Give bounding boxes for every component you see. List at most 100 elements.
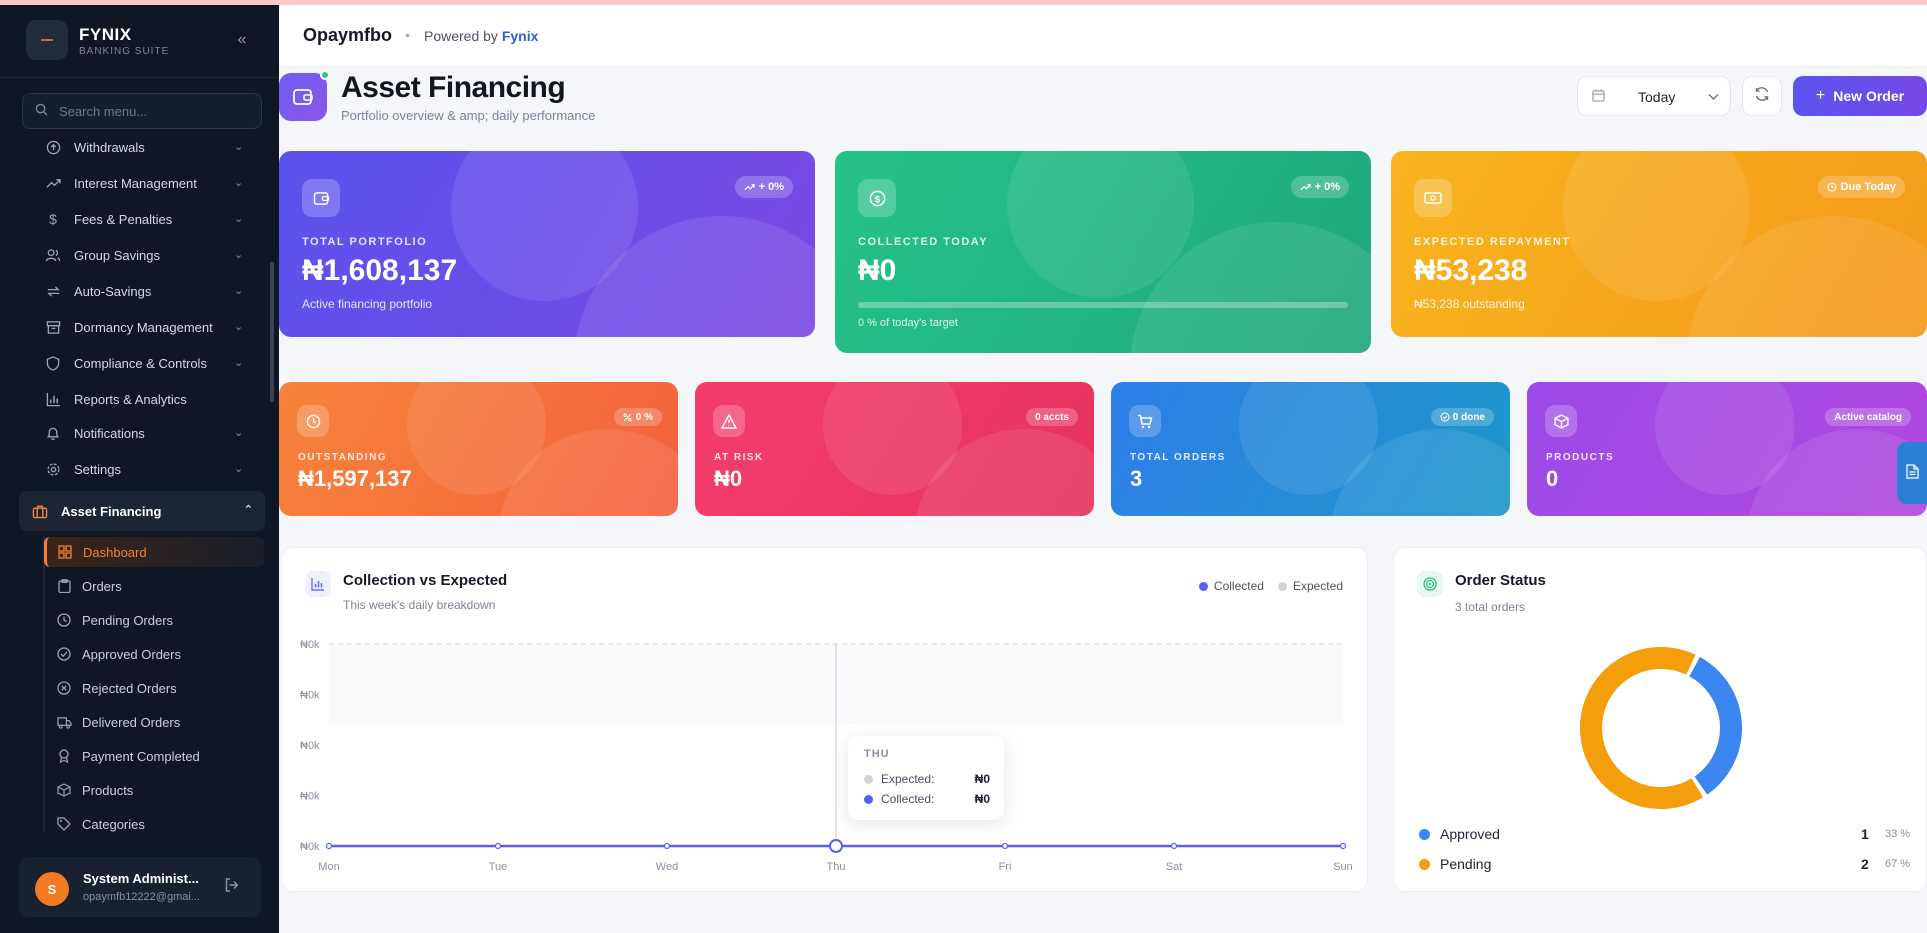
sidebar-item-auto-savings[interactable]: Auto-Savings ⌄ [44, 276, 256, 306]
card-label: EXPECTED REPAYMENT [1414, 236, 1571, 248]
card-value: ₦53,238 [1414, 254, 1528, 287]
card-badge: 0 accts [1026, 408, 1078, 426]
card-label: AT RISK [714, 452, 764, 463]
card-label: PRODUCTS [1546, 452, 1615, 463]
wallet-icon [302, 179, 340, 217]
submenu-item-categories[interactable]: Categories [44, 809, 264, 839]
chevron-down-icon: ⌄ [234, 463, 244, 475]
page-subtitle: Portfolio overview & amp; daily performa… [341, 108, 596, 123]
submenu-item-label: Payment Completed [82, 748, 200, 764]
powered-by-brand-link[interactable]: Fynix [502, 28, 539, 44]
submenu-item-rejected-orders[interactable]: Rejected Orders [44, 673, 264, 703]
sidebar-item-label: Settings [74, 461, 121, 477]
refresh-icon [1754, 86, 1770, 107]
clipboard-icon [56, 579, 72, 593]
chevron-down-icon: ⌄ [234, 427, 244, 439]
header-separator: • [405, 27, 410, 43]
new-order-label: New Order [1833, 88, 1905, 104]
status-row-approved: Approved 1 33 % [1419, 823, 1910, 845]
logout-icon[interactable] [224, 877, 244, 897]
sidebar-item-settings[interactable]: Settings ⌄ [44, 454, 256, 484]
sidebar-item-dormancy-management[interactable]: Dormancy Management ⌄ [44, 312, 256, 342]
brand: FYNIX BANKING SUITE [26, 20, 266, 80]
collection-chart-panel: Collection vs Expected This week's daily… [281, 547, 1368, 892]
stat-card-products: Active catalog PRODUCTS 0 [1527, 382, 1927, 516]
top-accent-line [0, 0, 1927, 5]
y-tick-label: ₦0k [300, 791, 320, 803]
submenu-item-payment-completed[interactable]: Payment Completed [44, 741, 264, 771]
refresh-button[interactable] [1742, 76, 1782, 116]
y-tick-label: ₦0k [300, 639, 320, 651]
sidebar-scrollbar[interactable] [270, 262, 274, 402]
tag-icon [56, 817, 72, 831]
sidebar-item-compliance-controls[interactable]: Compliance & Controls ⌄ [44, 348, 256, 378]
submenu-item-pending-orders[interactable]: Pending Orders [44, 605, 264, 635]
y-tick-label: ₦0k [300, 690, 320, 702]
sidebar-item-group-savings[interactable]: Group Savings ⌄ [44, 240, 256, 270]
card-badge-text: 0 % [635, 411, 653, 423]
stat-card-outstanding: 0 % OUTSTANDING ₦1,597,137 [279, 382, 678, 516]
clock-icon [297, 405, 329, 437]
donut-slice-approved[interactable] [1689, 656, 1742, 795]
donut-slice-pending[interactable] [1580, 647, 1704, 809]
stat-card-at-risk: 0 accts AT RISK ₦0 [695, 382, 1094, 516]
stat-card-expected-repayment: Due Today EXPECTED REPAYMENT ₦53,238 ₦53,23… [1391, 151, 1927, 337]
organization-name: Opaymfbo [303, 25, 393, 45]
card-badge: + 0% [1290, 176, 1349, 198]
sidebar-item-label: Withdrawals [74, 139, 145, 155]
x-circle-icon [56, 681, 72, 695]
user-card: S System Administ... opaymfb12222@gmai..… [19, 857, 261, 917]
sidebar-item-interest-management[interactable]: Interest Management ⌄ [44, 168, 256, 198]
chart-tooltip: THU Expected: ₦0 Collected: ₦0 [848, 736, 1004, 820]
card-badge-text: 0 accts [1035, 411, 1069, 423]
y-tick-label: ₦0k [300, 740, 320, 752]
trend-up-icon [744, 183, 759, 191]
grid-icon [57, 545, 73, 559]
search-input[interactable] [59, 103, 259, 119]
cash-icon [1414, 179, 1452, 217]
submenu-item-approved-orders[interactable]: Approved Orders [44, 639, 264, 669]
sidebar-item-label: Group Savings [74, 247, 160, 263]
collapse-sidebar-icon[interactable]: « [232, 30, 252, 50]
check-circle-icon [56, 647, 72, 661]
card-value: ₦1,597,137 [298, 466, 412, 491]
x-tick-label: Sat [1166, 861, 1183, 873]
card-badge: 0 % [613, 408, 662, 426]
users-icon [44, 246, 62, 264]
gear-icon [44, 460, 62, 478]
x-tick-label: Sun [1333, 861, 1353, 873]
sidebar-item-notifications[interactable]: Notifications ⌄ [44, 418, 256, 448]
status-swatch [1419, 858, 1430, 870]
chevron-down-icon: ⌄ [234, 357, 244, 369]
coin-icon: $ [858, 179, 896, 217]
chevron-down-icon [1708, 90, 1719, 104]
submenu-item-label: Categories [82, 816, 145, 832]
data-point-collected [1170, 842, 1178, 850]
brand-name: FYNIX [79, 25, 132, 44]
plus-icon: + [1815, 87, 1826, 104]
card-value: 0 [1546, 466, 1559, 491]
sidebar-item-fees-penalties[interactable]: $ Fees & Penalties ⌄ [44, 204, 256, 234]
truck-icon [56, 716, 72, 729]
submenu-item-dashboard[interactable]: Dashboard [44, 537, 264, 567]
submenu-item-delivered-orders[interactable]: Delivered Orders [44, 707, 264, 737]
sidebar-section-asset-financing[interactable]: Asset Financing ⌃ [19, 491, 265, 531]
calendar-icon [1592, 89, 1605, 105]
sidebar-section-label: Asset Financing [61, 503, 162, 519]
user-email: opaymfb12222@gmai... [83, 891, 200, 903]
new-order-button[interactable]: + New Order [1793, 76, 1927, 116]
submenu-item-products[interactable]: Products [44, 775, 264, 805]
sidebar-item-reports-analytics[interactable]: Reports & Analytics [44, 384, 256, 414]
date-range-select[interactable]: Today [1577, 76, 1731, 116]
briefcase-icon [31, 504, 49, 519]
sidebar-item-withdrawals[interactable]: Withdrawals ⌄ [44, 132, 256, 162]
submenu-item-orders[interactable]: Orders [44, 571, 264, 601]
data-point-collected [1339, 842, 1347, 850]
tooltip-swatch [864, 794, 873, 804]
sidebar-item-label: Dormancy Management [74, 319, 213, 335]
document-side-tab[interactable] [1897, 442, 1927, 504]
submenu-item-label: Pending Orders [82, 612, 174, 628]
percent-icon [623, 413, 636, 422]
status-name: Pending [1440, 856, 1492, 872]
search-icon [35, 103, 51, 119]
